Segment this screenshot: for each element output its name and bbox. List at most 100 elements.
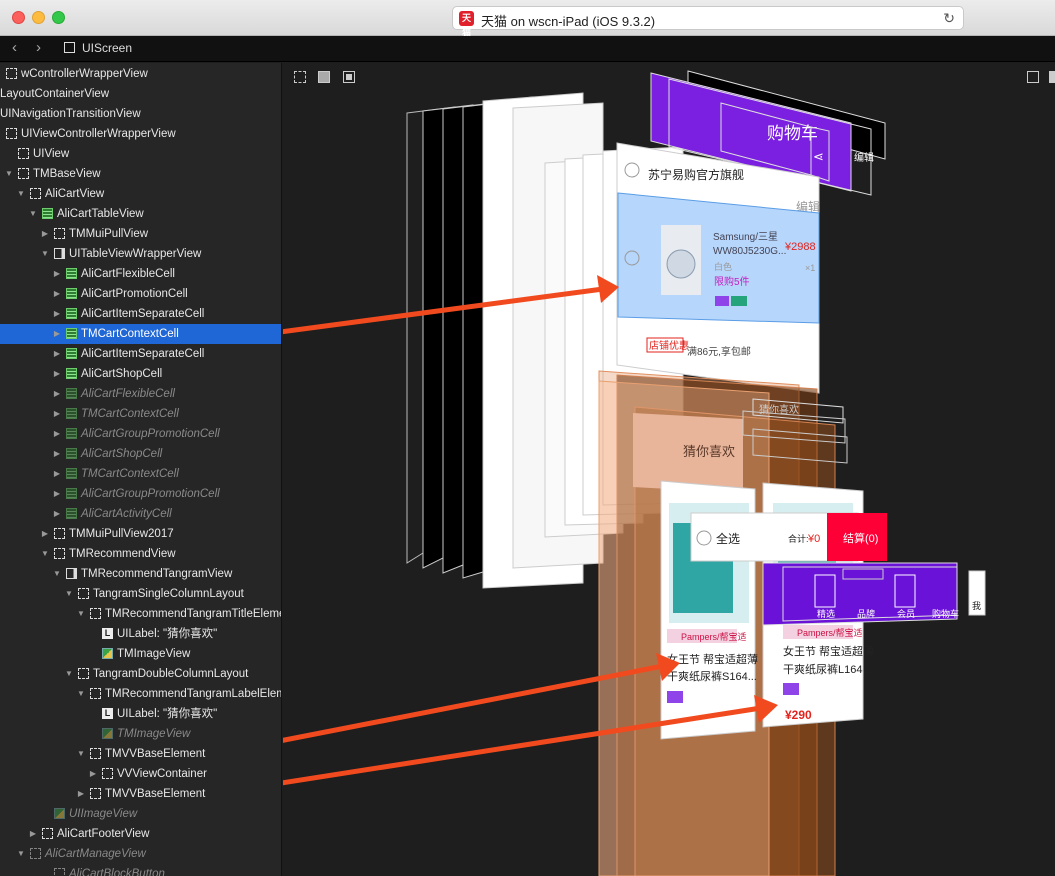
- tree-row[interactable]: ▶ TMCartContextCell: [0, 404, 281, 424]
- disclosure-closed-icon[interactable]: ▶: [40, 224, 50, 244]
- tree-row[interactable]: ▶ TMMuiPullView: [0, 224, 281, 244]
- tree-row[interactable]: L UILabel: "猜你喜欢": [0, 704, 281, 724]
- tree-row[interactable]: ▼ TangramSingleColumnLayout: [0, 584, 281, 604]
- image-view-icon: [102, 728, 113, 739]
- disclosure-open-icon[interactable]: ▼: [52, 564, 62, 584]
- disclosure-closed-icon[interactable]: ▶: [52, 464, 62, 484]
- tree-row[interactable]: ▶ AliCartGroupPromotionCell: [0, 424, 281, 444]
- view-hierarchy-outline[interactable]: wControllerWrapperView LayoutContainerVie…: [0, 63, 282, 876]
- tree-row[interactable]: ▶ VVViewContainer: [0, 764, 281, 784]
- tree-row[interactable]: ▶ AliCartFooterView: [0, 824, 281, 844]
- disclosure-closed-icon[interactable]: ▶: [52, 344, 62, 364]
- tree-row-label: AliCartBlockButton: [69, 868, 165, 876]
- tree-row-label: TMCartContextCell: [81, 408, 179, 420]
- disclosure-open-icon[interactable]: ▼: [64, 584, 74, 604]
- tree-row-label: TMCartContextCell: [81, 328, 179, 340]
- view-icon: [90, 608, 101, 619]
- disclosure-open-icon[interactable]: ▼: [4, 164, 14, 184]
- tree-row[interactable]: UIImageView: [0, 804, 281, 824]
- tree-row-label: AliCartView: [45, 188, 105, 200]
- disclosure-closed-icon[interactable]: ▶: [76, 784, 86, 804]
- tree-row[interactable]: ▼ AliCartView: [0, 184, 281, 204]
- disclosure-closed-icon[interactable]: ▶: [88, 764, 98, 784]
- exploded-layers-svg: 购物车 编辑 ⋖ 苏宁易购官方旗舰 编辑 Samsung/三星 WW80J523…: [283, 70, 986, 876]
- app-connection-bar[interactable]: 天猫 天猫 on wscn-iPad (iOS 9.3.2) ↻: [452, 6, 964, 38]
- tree-row[interactable]: ▶ TMMuiPullView2017: [0, 524, 281, 544]
- tree-row-label: AliCartShopCell: [81, 448, 163, 460]
- disclosure-closed-icon[interactable]: ▶: [52, 504, 62, 524]
- breadcrumb[interactable]: UIScreen: [82, 41, 132, 55]
- tree-row[interactable]: ▶ AliCartActivityCell: [0, 504, 281, 524]
- tree-row[interactable]: UIView: [0, 144, 281, 164]
- disclosure-open-icon[interactable]: ▼: [76, 744, 86, 764]
- tree-row[interactable]: ▶ AliCartFlexibleCell: [0, 264, 281, 284]
- tree-row[interactable]: ▼ TMRecommendTangramView: [0, 564, 281, 584]
- disclosure-open-icon[interactable]: ▼: [76, 604, 86, 624]
- tree-row[interactable]: UIViewControllerWrapperView: [0, 124, 281, 144]
- tree-row[interactable]: ▼ TangramDoubleColumnLayout: [0, 664, 281, 684]
- zoom-window-button[interactable]: [52, 11, 65, 24]
- disclosure-closed-icon[interactable]: ▶: [52, 364, 62, 384]
- disclosure-closed-icon[interactable]: ▶: [40, 524, 50, 544]
- reload-icon[interactable]: ↻: [943, 10, 955, 27]
- tree-row[interactable]: ▼ TMRecommendTangramTitleElement: [0, 604, 281, 624]
- image-view-icon: [54, 808, 65, 819]
- tree-row[interactable]: ▶ AliCartItemSeparateCell: [0, 304, 281, 324]
- disclosure-closed-icon[interactable]: ▶: [52, 384, 62, 404]
- tree-row[interactable]: LayoutContainerView: [0, 84, 281, 104]
- minimize-window-button[interactable]: [32, 11, 45, 24]
- tree-row[interactable]: UINavigationTransitionView: [0, 104, 281, 124]
- tree-row-label: TMBaseView: [33, 168, 101, 180]
- tree-row-label: UINavigationTransitionView: [0, 108, 141, 120]
- tree-row[interactable]: ▼ TMBaseView: [0, 164, 281, 184]
- disclosure-open-icon[interactable]: ▼: [40, 244, 50, 264]
- tree-row[interactable]: ▼ TMVVBaseElement: [0, 744, 281, 764]
- disclosure-open-icon[interactable]: ▼: [64, 664, 74, 684]
- tree-row[interactable]: AliCartBlockButton: [0, 864, 281, 876]
- tree-row[interactable]: ▼ AliCartManageView: [0, 844, 281, 864]
- forward-chevron-icon[interactable]: ›: [36, 39, 41, 56]
- table-cell-icon: [66, 288, 77, 299]
- disclosure-closed-icon[interactable]: ▶: [52, 284, 62, 304]
- tree-row[interactable]: ▶ AliCartItemSeparateCell: [0, 344, 281, 364]
- disclosure-closed-icon[interactable]: ▶: [52, 264, 62, 284]
- table-cell-icon: [66, 388, 77, 399]
- view-icon: [42, 828, 53, 839]
- disclosure-open-icon[interactable]: ▼: [28, 204, 38, 224]
- tree-row[interactable]: ▼ TMRecommendTangramLabelElement: [0, 684, 281, 704]
- disclosure-closed-icon[interactable]: ▶: [52, 404, 62, 424]
- tree-row[interactable]: ▶ AliCartShopCell: [0, 364, 281, 384]
- disclosure-closed-icon[interactable]: ▶: [52, 304, 62, 324]
- tree-row[interactable]: ▼ AliCartTableView: [0, 204, 281, 224]
- label-icon: L: [102, 628, 113, 639]
- disclosure-closed-icon[interactable]: ▶: [52, 484, 62, 504]
- tree-row[interactable]: ▼ TMRecommendView: [0, 544, 281, 564]
- tree-row[interactable]: ▶ TMCartContextCell: [0, 324, 281, 344]
- back-chevron-icon[interactable]: ‹: [12, 39, 17, 56]
- tree-row[interactable]: ▶ AliCartShopCell: [0, 444, 281, 464]
- disclosure-open-icon[interactable]: ▼: [16, 844, 26, 864]
- tree-row[interactable]: TMImageView: [0, 724, 281, 744]
- tree-row[interactable]: TMImageView: [0, 644, 281, 664]
- tree-row-label: UITableViewWrapperView: [69, 248, 202, 260]
- disclosure-closed-icon[interactable]: ▶: [52, 324, 62, 344]
- disclosure-closed-icon[interactable]: ▶: [28, 824, 38, 844]
- tree-row[interactable]: L UILabel: "猜你喜欢": [0, 624, 281, 644]
- disclosure-closed-icon[interactable]: ▶: [52, 424, 62, 444]
- tree-row[interactable]: ▶ AliCartGroupPromotionCell: [0, 484, 281, 504]
- tree-row[interactable]: ▶ AliCartFlexibleCell: [0, 384, 281, 404]
- title-bar: 天猫 天猫 on wscn-iPad (iOS 9.3.2) ↻: [0, 0, 1055, 38]
- disclosure-open-icon[interactable]: ▼: [76, 684, 86, 704]
- tree-row[interactable]: wControllerWrapperView: [0, 64, 281, 84]
- disclosure-open-icon[interactable]: ▼: [40, 544, 50, 564]
- close-window-button[interactable]: [12, 11, 25, 24]
- view-icon: [30, 188, 41, 199]
- tree-row[interactable]: ▶ AliCartPromotionCell: [0, 284, 281, 304]
- tree-row[interactable]: ▶ TMVVBaseElement: [0, 784, 281, 804]
- layer-canvas[interactable]: 购物车 编辑 ⋖ 苏宁易购官方旗舰 编辑 Samsung/三星 WW80J523…: [283, 63, 1055, 876]
- tree-row[interactable]: ▼ UITableViewWrapperView: [0, 244, 281, 264]
- tree-row[interactable]: ▶ TMCartContextCell: [0, 464, 281, 484]
- label-icon: L: [102, 708, 113, 719]
- disclosure-open-icon[interactable]: ▼: [16, 184, 26, 204]
- disclosure-closed-icon[interactable]: ▶: [52, 444, 62, 464]
